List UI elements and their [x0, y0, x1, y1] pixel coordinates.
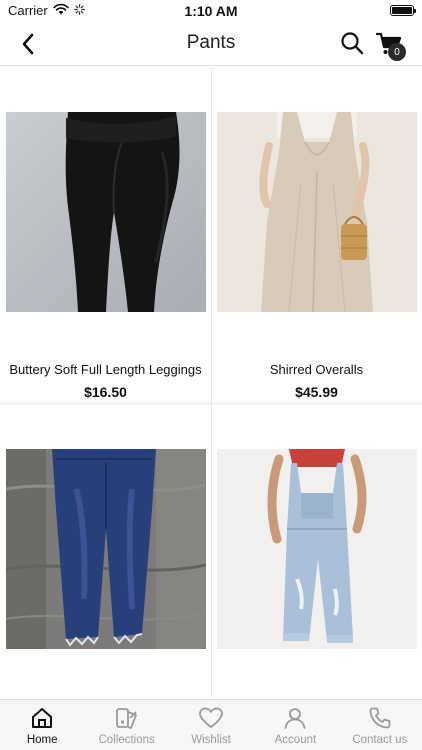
product-name[interactable]: Shirred Overalls	[211, 362, 422, 377]
heart-icon	[198, 705, 224, 731]
tab-home[interactable]: Home	[0, 700, 84, 750]
product-image-beige-overalls[interactable]	[217, 112, 417, 312]
tab-label: Home	[26, 734, 58, 746]
cart-count-badge: 0	[388, 43, 406, 61]
product-image-denim-overalls[interactable]	[217, 449, 417, 649]
status-bar: Carrier 1:10 AM	[0, 0, 422, 22]
home-icon	[29, 705, 55, 731]
collections-icon	[114, 705, 140, 731]
product-price: $16.50	[84, 384, 127, 400]
tab-bar: Home Collections Wishlist Account Contac…	[0, 699, 422, 750]
tab-account[interactable]: Account	[253, 700, 337, 750]
product-grid: Buttery Soft Full Length Leggings $16.50	[0, 67, 422, 699]
tab-wishlist[interactable]: Wishlist	[169, 700, 253, 750]
nav-bar: Pants 0	[0, 22, 422, 66]
product-card[interactable]	[211, 404, 422, 699]
product-card[interactable]	[0, 404, 211, 699]
tab-contact-us[interactable]: Contact us	[338, 700, 422, 750]
tab-label: Contact us	[352, 734, 408, 746]
user-icon	[282, 705, 308, 731]
search-icon	[341, 32, 364, 55]
status-time: 1:10 AM	[184, 3, 238, 19]
product-price: $45.99	[295, 384, 338, 400]
tab-label: Account	[274, 734, 317, 746]
phone-icon	[367, 705, 393, 731]
search-button[interactable]	[338, 29, 366, 57]
product-card[interactable]: Shirred Overalls $45.99	[211, 67, 422, 403]
product-image-distressed-jeans[interactable]	[6, 449, 206, 649]
product-card[interactable]: Buttery Soft Full Length Leggings $16.50	[0, 67, 211, 403]
tab-collections[interactable]: Collections	[84, 700, 168, 750]
battery-icon	[390, 5, 416, 16]
tab-label: Wishlist	[191, 734, 231, 746]
tab-label: Collections	[98, 734, 155, 746]
product-name[interactable]: Buttery Soft Full Length Leggings	[0, 362, 211, 377]
product-image-black-leggings[interactable]	[6, 112, 206, 312]
